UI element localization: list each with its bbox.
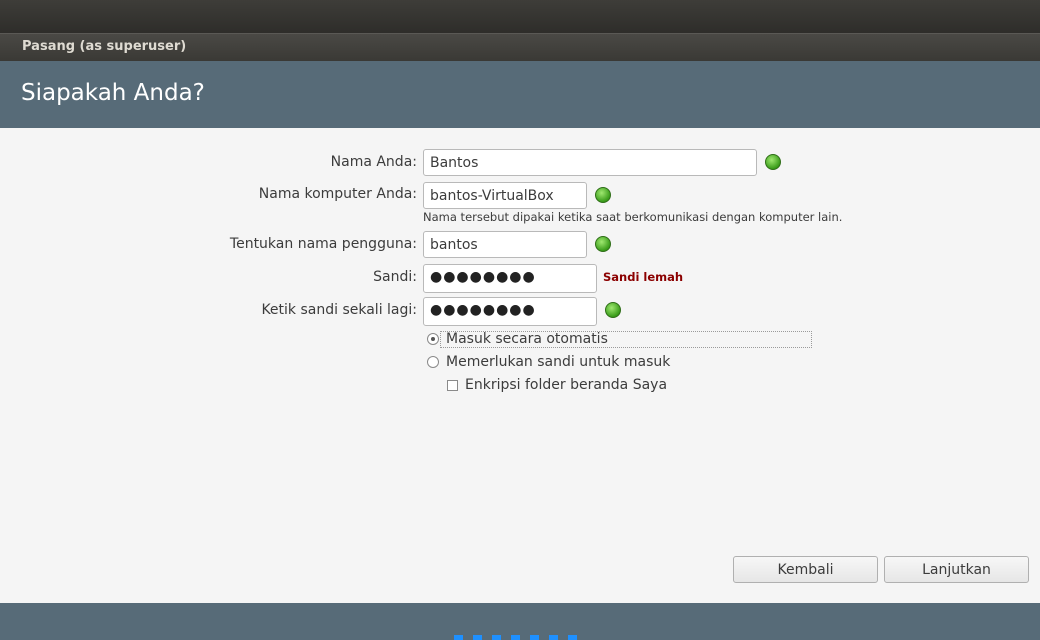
radio-unchecked-icon[interactable] [427, 356, 439, 368]
valid-icon [595, 236, 611, 252]
password-label: Sandi: [373, 269, 417, 285]
progress-indicator [454, 635, 577, 640]
username-field[interactable] [423, 231, 587, 258]
page-title: Siapakah Anda? [21, 80, 205, 106]
username-label: Tentukan nama pengguna: [229, 236, 417, 252]
encrypt-home-option[interactable]: Enkripsi folder beranda Saya [447, 377, 667, 393]
progress-step [473, 635, 482, 640]
continue-button[interactable]: Lanjutkan [884, 556, 1029, 583]
valid-icon [595, 187, 611, 203]
desktop-top-panel [0, 0, 1040, 33]
progress-footer [0, 603, 1040, 640]
valid-icon [605, 302, 621, 318]
computer-name-label: Nama komputer Anda: [258, 186, 417, 202]
password-field[interactable]: ●●●●●●●● [423, 264, 597, 293]
window-title: Pasang (as superuser) [22, 39, 187, 54]
valid-icon [765, 154, 781, 170]
progress-step [530, 635, 539, 640]
confirm-password-label: Ketik sandi sekali lagi: [261, 302, 417, 318]
auto-login-label: Masuk secara otomatis [446, 331, 608, 347]
auto-login-option[interactable]: Masuk secara otomatis [427, 331, 608, 347]
progress-step [549, 635, 558, 640]
progress-step [511, 635, 520, 640]
progress-step [568, 635, 577, 640]
require-password-label: Memerlukan sandi untuk masuk [446, 354, 671, 370]
password-strength: Sandi lemah [603, 270, 684, 284]
window-titlebar[interactable]: Pasang (as superuser) [0, 33, 1040, 61]
computer-name-field[interactable] [423, 182, 587, 209]
checkbox-icon[interactable] [447, 379, 458, 391]
progress-step [492, 635, 501, 640]
page-header: Siapakah Anda? [0, 61, 1040, 128]
name-label: Nama Anda: [330, 154, 417, 170]
name-field[interactable] [423, 149, 757, 176]
require-password-option[interactable]: Memerlukan sandi untuk masuk [427, 354, 670, 370]
confirm-password-field[interactable]: ●●●●●●●● [423, 297, 597, 326]
encrypt-home-label: Enkripsi folder beranda Saya [465, 377, 668, 393]
computer-name-hint: Nama tersebut dipakai ketika saat berkom… [423, 210, 843, 224]
progress-step [454, 635, 463, 640]
installer-window: Pasang (as superuser) Siapakah Anda? Nam… [0, 33, 1040, 640]
back-button[interactable]: Kembali [733, 556, 878, 583]
radio-checked-icon[interactable] [427, 333, 439, 345]
